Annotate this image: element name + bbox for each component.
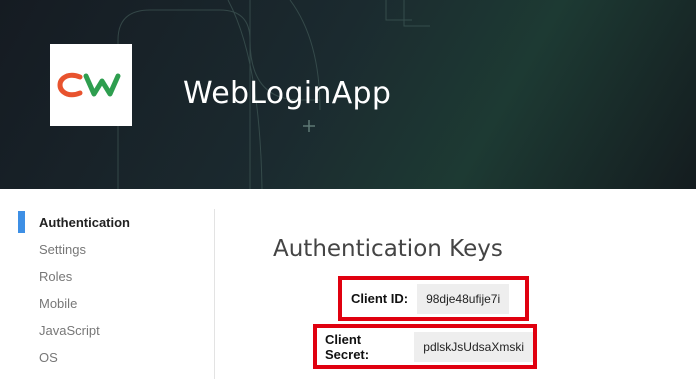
page-title: Authentication Keys	[273, 236, 503, 262]
client-id-value[interactable]: 98dje48ufije7i	[417, 283, 510, 314]
client-id-label: Client ID:	[351, 291, 409, 306]
client-secret-label: Client Secret:	[325, 331, 370, 362]
app-title: WebLoginApp	[183, 76, 392, 111]
sidebar-item-roles[interactable]: Roles	[18, 263, 214, 290]
client-id-row: Client ID: 98dje48ufije7i	[338, 276, 529, 321]
cw-logo-icon	[57, 72, 121, 98]
sidebar-item-settings[interactable]: Settings	[18, 236, 214, 263]
client-secret-row: Client Secret: pdlskJsUdsaXmski	[313, 324, 537, 369]
sidebar-nav: Authentication Settings Roles Mobile Jav…	[18, 209, 215, 379]
header-banner: WebLoginApp	[0, 0, 696, 189]
sidebar-item-mobile[interactable]: Mobile	[18, 290, 214, 317]
sidebar-item-authentication[interactable]: Authentication	[18, 209, 214, 236]
sidebar-item-javascript[interactable]: JavaScript	[18, 317, 214, 344]
app-logo	[50, 44, 132, 126]
sidebar-item-os[interactable]: OS	[18, 344, 214, 371]
client-secret-value[interactable]: pdlskJsUdsaXmski	[414, 331, 533, 362]
